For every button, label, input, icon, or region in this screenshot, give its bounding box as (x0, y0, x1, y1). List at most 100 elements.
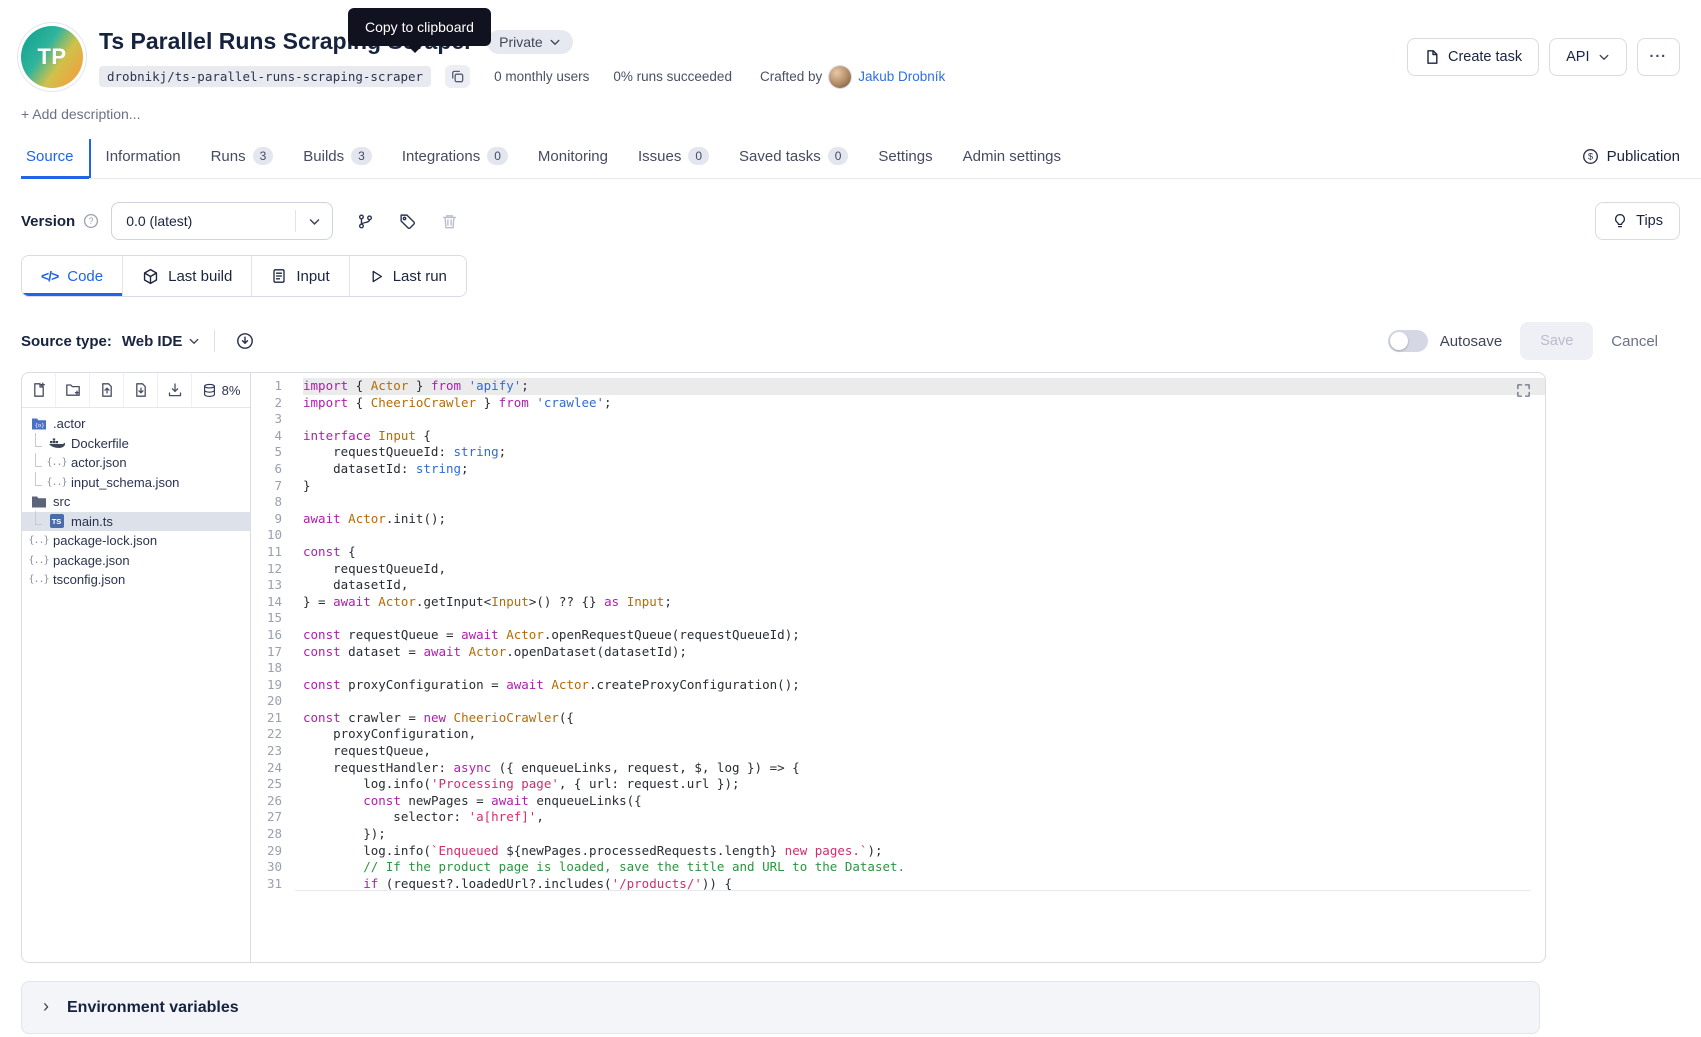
tab-information[interactable]: Information (91, 139, 196, 178)
tab-integrations[interactable]: Integrations0 (387, 138, 523, 178)
download-source-icon[interactable] (229, 325, 261, 357)
fullscreen-icon[interactable] (1516, 383, 1531, 398)
save-button[interactable]: Save (1520, 322, 1593, 360)
code-line[interactable]: 6 datasetId: string; (251, 461, 1545, 478)
file-tree-item-main.ts[interactable]: TSmain.ts (22, 512, 250, 532)
chevron-down-icon (1598, 51, 1610, 63)
tips-button[interactable]: Tips (1595, 202, 1680, 240)
code-line[interactable]: 26 const newPages = await enqueueLinks({ (251, 793, 1545, 810)
code-line[interactable]: 19const proxyConfiguration = await Actor… (251, 677, 1545, 694)
line-number: 10 (251, 527, 303, 544)
code-line[interactable]: 15 (251, 610, 1545, 627)
view-tab-last-run[interactable]: Last run (349, 256, 466, 296)
tab-issues[interactable]: Issues0 (623, 138, 724, 178)
copy-icon (450, 69, 465, 84)
code-line[interactable]: 17const dataset = await Actor.openDatase… (251, 644, 1545, 661)
view-tab-code[interactable]: </>Code (22, 256, 122, 296)
code-line[interactable]: 28 }); (251, 826, 1545, 843)
file-tree-item-tsconfig.json[interactable]: {..}tsconfig.json (22, 570, 250, 590)
tab-admin-settings[interactable]: Admin settings (948, 139, 1076, 178)
version-select[interactable]: 0.0 (latest) (111, 202, 333, 240)
code-line[interactable]: 24 requestHandler: async ({ enqueueLinks… (251, 760, 1545, 777)
code-line[interactable]: 8 (251, 494, 1545, 511)
view-tab-last-build[interactable]: Last build (122, 256, 251, 296)
code-line[interactable]: 10 (251, 527, 1545, 544)
visibility-badge[interactable]: Private (487, 30, 573, 54)
code-line[interactable]: 13 datasetId, (251, 577, 1545, 594)
code-line[interactable]: 5 requestQueueId: string; (251, 444, 1545, 461)
code-line[interactable]: 29 log.info(`Enqueued ${newPages.process… (251, 843, 1545, 860)
json-icon: {..} (30, 555, 47, 566)
line-number: 11 (251, 544, 303, 561)
upload-file-icon[interactable] (90, 373, 124, 407)
actor-slug: drobnikj/ts-parallel-runs-scraping-scrap… (99, 66, 431, 87)
tab-source[interactable]: Source (21, 139, 91, 178)
code-line[interactable]: 16const requestQueue = await Actor.openR… (251, 627, 1545, 644)
code-line[interactable]: 14} = await Actor.getInput<Input>() ?? {… (251, 594, 1545, 611)
code-line[interactable]: 11const { (251, 544, 1545, 561)
tab-saved-tasks[interactable]: Saved tasks0 (724, 138, 863, 178)
new-folder-icon[interactable] (56, 373, 90, 407)
file-tree-item-dockerfile[interactable]: Dockerfile (22, 434, 250, 454)
line-number: 30 (251, 859, 303, 876)
create-task-button[interactable]: Create task (1407, 38, 1539, 76)
code-line[interactable]: 30 // If the product page is loaded, sav… (251, 859, 1545, 876)
file-tree-item-input_schema.json[interactable]: {..}input_schema.json (22, 473, 250, 493)
code-line[interactable]: 1import { Actor } from 'apify'; (251, 378, 1545, 395)
new-file-icon[interactable] (22, 373, 56, 407)
tab-runs[interactable]: Runs3 (196, 138, 289, 178)
file-tree-toolbar: 8% (22, 373, 250, 408)
editor-hscrollbar[interactable] (295, 890, 1531, 891)
tab-builds[interactable]: Builds3 (288, 138, 387, 178)
code-line[interactable]: 20 (251, 693, 1545, 710)
copy-slug-button[interactable] (445, 65, 470, 88)
file-tree-item-actor.json[interactable]: {..}actor.json (22, 453, 250, 473)
view-tab-input[interactable]: Input (251, 256, 348, 296)
code-line[interactable]: 4interface Input { (251, 428, 1545, 445)
more-actions-button[interactable]: ··· (1637, 38, 1681, 76)
api-button[interactable]: API (1549, 38, 1626, 76)
code-line[interactable]: 9await Actor.init(); (251, 511, 1545, 528)
tag-icon[interactable] (391, 205, 423, 237)
add-description[interactable]: + Add description... (21, 106, 1701, 122)
code-editor[interactable]: 1import { Actor } from 'apify';2import {… (251, 373, 1545, 962)
tab-monitoring[interactable]: Monitoring (523, 139, 623, 178)
code-line[interactable]: 3 (251, 411, 1545, 428)
stat-monthly-users: 0 monthly users (494, 69, 589, 84)
git-branch-icon[interactable] (349, 205, 381, 237)
environment-variables-section[interactable]: › Environment variables (21, 981, 1540, 1034)
docker-icon (48, 437, 65, 450)
code-line[interactable]: 22 proxyConfiguration, (251, 726, 1545, 743)
code-line[interactable]: 25 log.info('Processing page', { url: re… (251, 776, 1545, 793)
code-line[interactable]: 21const crawler = new CheerioCrawler({ (251, 710, 1545, 727)
task-file-icon (1424, 49, 1440, 65)
code-line[interactable]: 7} (251, 478, 1545, 495)
tab-count-badge: 0 (828, 147, 849, 165)
line-number: 25 (251, 776, 303, 793)
code-line[interactable]: 23 requestQueue, (251, 743, 1545, 760)
author-link[interactable]: Jakub Drobník (858, 69, 945, 84)
lightbulb-icon (1612, 213, 1628, 229)
code-line[interactable]: 12 requestQueueId, (251, 561, 1545, 578)
chevron-down-icon (549, 36, 561, 48)
source-type-select[interactable]: Web IDE (122, 333, 201, 350)
autosave-toggle[interactable] (1388, 330, 1428, 352)
code-line[interactable]: 2import { CheerioCrawler } from 'crawlee… (251, 395, 1545, 412)
help-icon[interactable]: ? (83, 213, 99, 229)
json-icon: {..} (48, 477, 65, 488)
code-line[interactable]: 18 (251, 660, 1545, 677)
file-tree-item-.actor[interactable]: {o}.actor (22, 414, 250, 434)
json-icon: {..} (30, 574, 47, 585)
download-icon[interactable] (158, 373, 192, 407)
line-number: 7 (251, 478, 303, 495)
file-tree-item-package.json[interactable]: {..}package.json (22, 551, 250, 571)
import-file-icon[interactable] (124, 373, 158, 407)
code-line[interactable]: 27 selector: 'a[href]', (251, 809, 1545, 826)
file-tree-item-package-lock.json[interactable]: {..}package-lock.json (22, 531, 250, 551)
tab-publication[interactable]: $ Publication (1582, 148, 1680, 178)
cancel-button[interactable]: Cancel (1611, 333, 1658, 350)
tab-settings[interactable]: Settings (863, 139, 947, 178)
file-tree-item-src[interactable]: src (22, 492, 250, 512)
build-box-icon (142, 268, 159, 285)
folder-icon (30, 495, 47, 509)
